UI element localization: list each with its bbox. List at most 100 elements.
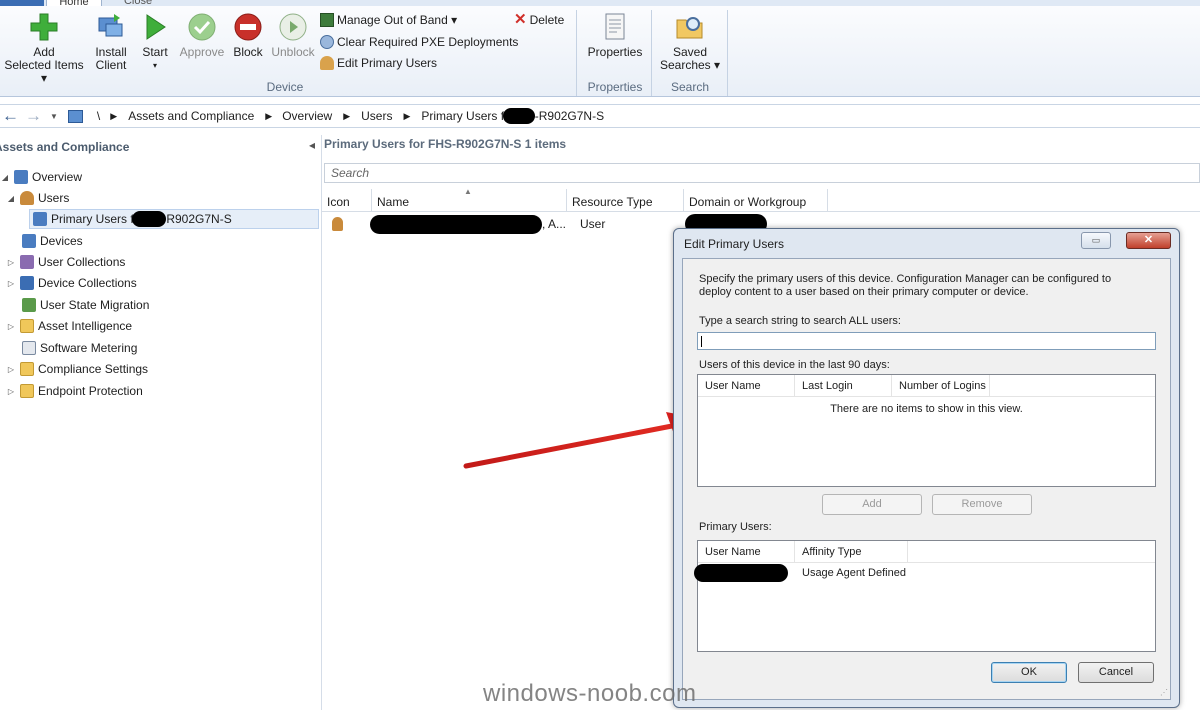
column-header-icon[interactable]: Icon xyxy=(322,189,372,211)
search-all-users-input[interactable] xyxy=(697,332,1156,350)
collapsed-arrow-icon[interactable]: ▷ xyxy=(6,279,16,288)
user-icon xyxy=(332,217,343,231)
collapsed-arrow-icon[interactable]: ▷ xyxy=(6,258,16,267)
history-dropdown-button[interactable]: ▼ xyxy=(50,112,58,121)
restore-button[interactable]: ▭ xyxy=(1081,232,1111,249)
ok-button[interactable]: OK xyxy=(991,662,1067,683)
properties-label: Properties xyxy=(587,45,643,59)
tree-item-label: User Collections xyxy=(38,255,126,269)
resize-grip[interactable]: ⋰ xyxy=(1160,689,1168,697)
approve-button[interactable]: Approve xyxy=(177,12,227,59)
folder-icon xyxy=(20,362,34,376)
tree-item-user-collections[interactable]: ▷ User Collections xyxy=(6,252,125,272)
column-header-name[interactable]: Name ▲ xyxy=(372,187,567,211)
recent-users-list-header: User Name Last Login Number of Logins xyxy=(698,375,1155,397)
add-button[interactable]: Add xyxy=(822,494,922,515)
manage-oob-label: Manage Out of Band ▾ xyxy=(337,13,458,27)
back-button[interactable]: ← xyxy=(2,106,19,126)
close-button[interactable]: ✕ xyxy=(1126,232,1171,249)
remove-button[interactable]: Remove xyxy=(932,494,1032,515)
recent-users-list[interactable]: User Name Last Login Number of Logins Th… xyxy=(697,374,1156,487)
tree-item-compliance-settings[interactable]: ▷ Compliance Settings xyxy=(6,359,148,379)
column-header-number-of-logins[interactable]: Number of Logins xyxy=(892,375,990,396)
search-input[interactable]: Search xyxy=(324,163,1200,183)
breadcrumb-assets-and-compliance[interactable]: Assets and Compliance xyxy=(128,109,254,123)
collapsed-arrow-icon[interactable]: ▷ xyxy=(6,387,16,396)
redaction xyxy=(502,108,535,124)
primary-users-list-header: User Name Affinity Type xyxy=(698,541,1155,563)
clear-pxe-deployments-button[interactable]: Clear Required PXE Deployments xyxy=(320,35,518,49)
properties-icon xyxy=(605,13,625,40)
address-bar: ← → ▼ \ ▶ Assets and Compliance ▶ Overvi… xyxy=(0,104,1200,128)
manage-oob-icon xyxy=(320,13,334,27)
edit-primary-users-button[interactable]: Edit Primary Users xyxy=(320,56,437,70)
tree-item-label: Endpoint Protection xyxy=(38,384,143,398)
add-selected-items-button[interactable]: Add Selected Items ▾ xyxy=(2,12,86,85)
console-root-icon xyxy=(67,109,83,123)
delete-button[interactable]: ✕ Delete xyxy=(514,12,564,27)
breadcrumb-separator: ▶ xyxy=(265,110,273,121)
text-cursor xyxy=(701,336,702,347)
start-dropdown-arrow: ▾ xyxy=(152,61,157,70)
column-header-user-name[interactable]: User Name xyxy=(698,541,795,562)
start-button[interactable]: Start ▾ xyxy=(138,12,172,72)
tree-item-label-suffix: R902G7N-S xyxy=(166,212,232,226)
tree-item-devices[interactable]: Devices xyxy=(22,231,83,251)
clear-pxe-label: Clear Required PXE Deployments xyxy=(337,35,519,49)
breadcrumb-overview[interactable]: Overview xyxy=(282,109,332,123)
search-users-label: Type a search string to search ALL users… xyxy=(699,315,901,327)
cancel-button[interactable]: Cancel xyxy=(1078,662,1154,683)
manage-out-of-band-button[interactable]: Manage Out of Band ▾ xyxy=(320,13,457,27)
tree-item-primary-users[interactable]: Primary Users fo R902G7N-S xyxy=(29,209,319,229)
affinity-type-value: Usage Agent Defined xyxy=(802,567,906,579)
properties-button[interactable]: Properties xyxy=(582,12,648,59)
install-client-button[interactable]: Install Client xyxy=(90,12,132,72)
row-resource-type: User xyxy=(580,217,606,231)
list-item[interactable]: Usage Agent Defined xyxy=(694,563,1155,583)
column-header-last-login[interactable]: Last Login xyxy=(795,375,892,396)
tree-item-label-prefix: Primary Users fo xyxy=(51,212,141,226)
results-pane-title: Primary Users for FHS-R902G7N-S 1 items xyxy=(324,137,567,151)
block-button[interactable]: Block xyxy=(230,12,266,59)
edit-primary-users-label: Edit Primary Users xyxy=(337,56,438,70)
tree-item-overview[interactable]: ◢ Overview xyxy=(0,167,82,187)
column-header-resource-type[interactable]: Resource Type xyxy=(567,189,684,211)
forward-button[interactable]: → xyxy=(25,106,42,126)
expanded-arrow-icon[interactable]: ◢ xyxy=(0,173,10,182)
breadcrumb-primary-users-suffix: -R902G7N-S xyxy=(534,109,605,123)
collapsed-arrow-icon[interactable]: ▷ xyxy=(6,365,16,374)
breadcrumb-root[interactable]: \ xyxy=(97,109,100,123)
start-label: Start xyxy=(142,45,168,59)
tree-item-users[interactable]: ◢ Users xyxy=(6,188,69,208)
dialog-body: Specify the primary users of this device… xyxy=(682,258,1171,700)
navigation-pane: Assets and Compliance ◂ ◢ Overview ◢ Use… xyxy=(0,135,322,710)
tree-item-user-state-migration[interactable]: User State Migration xyxy=(22,295,149,315)
saved-searches-button[interactable]: Saved Searches ▾ xyxy=(656,12,724,72)
tree-item-software-metering[interactable]: Software Metering xyxy=(22,338,137,358)
column-header-domain[interactable]: Domain or Workgroup xyxy=(684,189,828,211)
ribbon: Add Selected Items ▾ Install Client Star… xyxy=(0,6,1200,97)
install-label-2: Client xyxy=(95,58,127,72)
column-header-user-name[interactable]: User Name xyxy=(698,375,795,396)
redaction xyxy=(370,214,542,234)
tree-item-asset-intelligence[interactable]: ▷ Asset Intelligence xyxy=(6,316,132,336)
expanded-arrow-icon[interactable]: ◢ xyxy=(6,194,16,203)
tree-item-label: Software Metering xyxy=(40,341,138,355)
edit-primary-users-dialog: Edit Primary Users ▭ ✕ Specify the prima… xyxy=(673,228,1180,708)
column-header-affinity-type[interactable]: Affinity Type xyxy=(795,541,908,562)
devices-icon xyxy=(22,234,36,248)
collapsed-arrow-icon[interactable]: ▷ xyxy=(6,322,16,331)
unblock-button[interactable]: Unblock xyxy=(270,12,316,59)
breadcrumb-primary-users[interactable]: Primary Users fo -R902G7N-S xyxy=(421,108,604,124)
breadcrumb-separator: ▶ xyxy=(343,110,351,121)
tree-item-device-collections[interactable]: ▷ Device Collections xyxy=(6,273,137,293)
breadcrumb-users[interactable]: Users xyxy=(361,109,392,123)
column-header-name-label: Name xyxy=(377,195,410,209)
primary-users-list[interactable]: User Name Affinity Type Usage Agent Defi… xyxy=(694,540,1156,652)
folder-icon xyxy=(20,319,34,333)
tree-item-endpoint-protection[interactable]: ▷ Endpoint Protection xyxy=(6,381,143,401)
clear-pxe-icon xyxy=(320,35,334,49)
dialog-description: Specify the primary users of this device… xyxy=(699,273,1112,298)
approve-label: Approve xyxy=(179,45,225,59)
collapse-pane-button[interactable]: ◂ xyxy=(309,138,315,152)
